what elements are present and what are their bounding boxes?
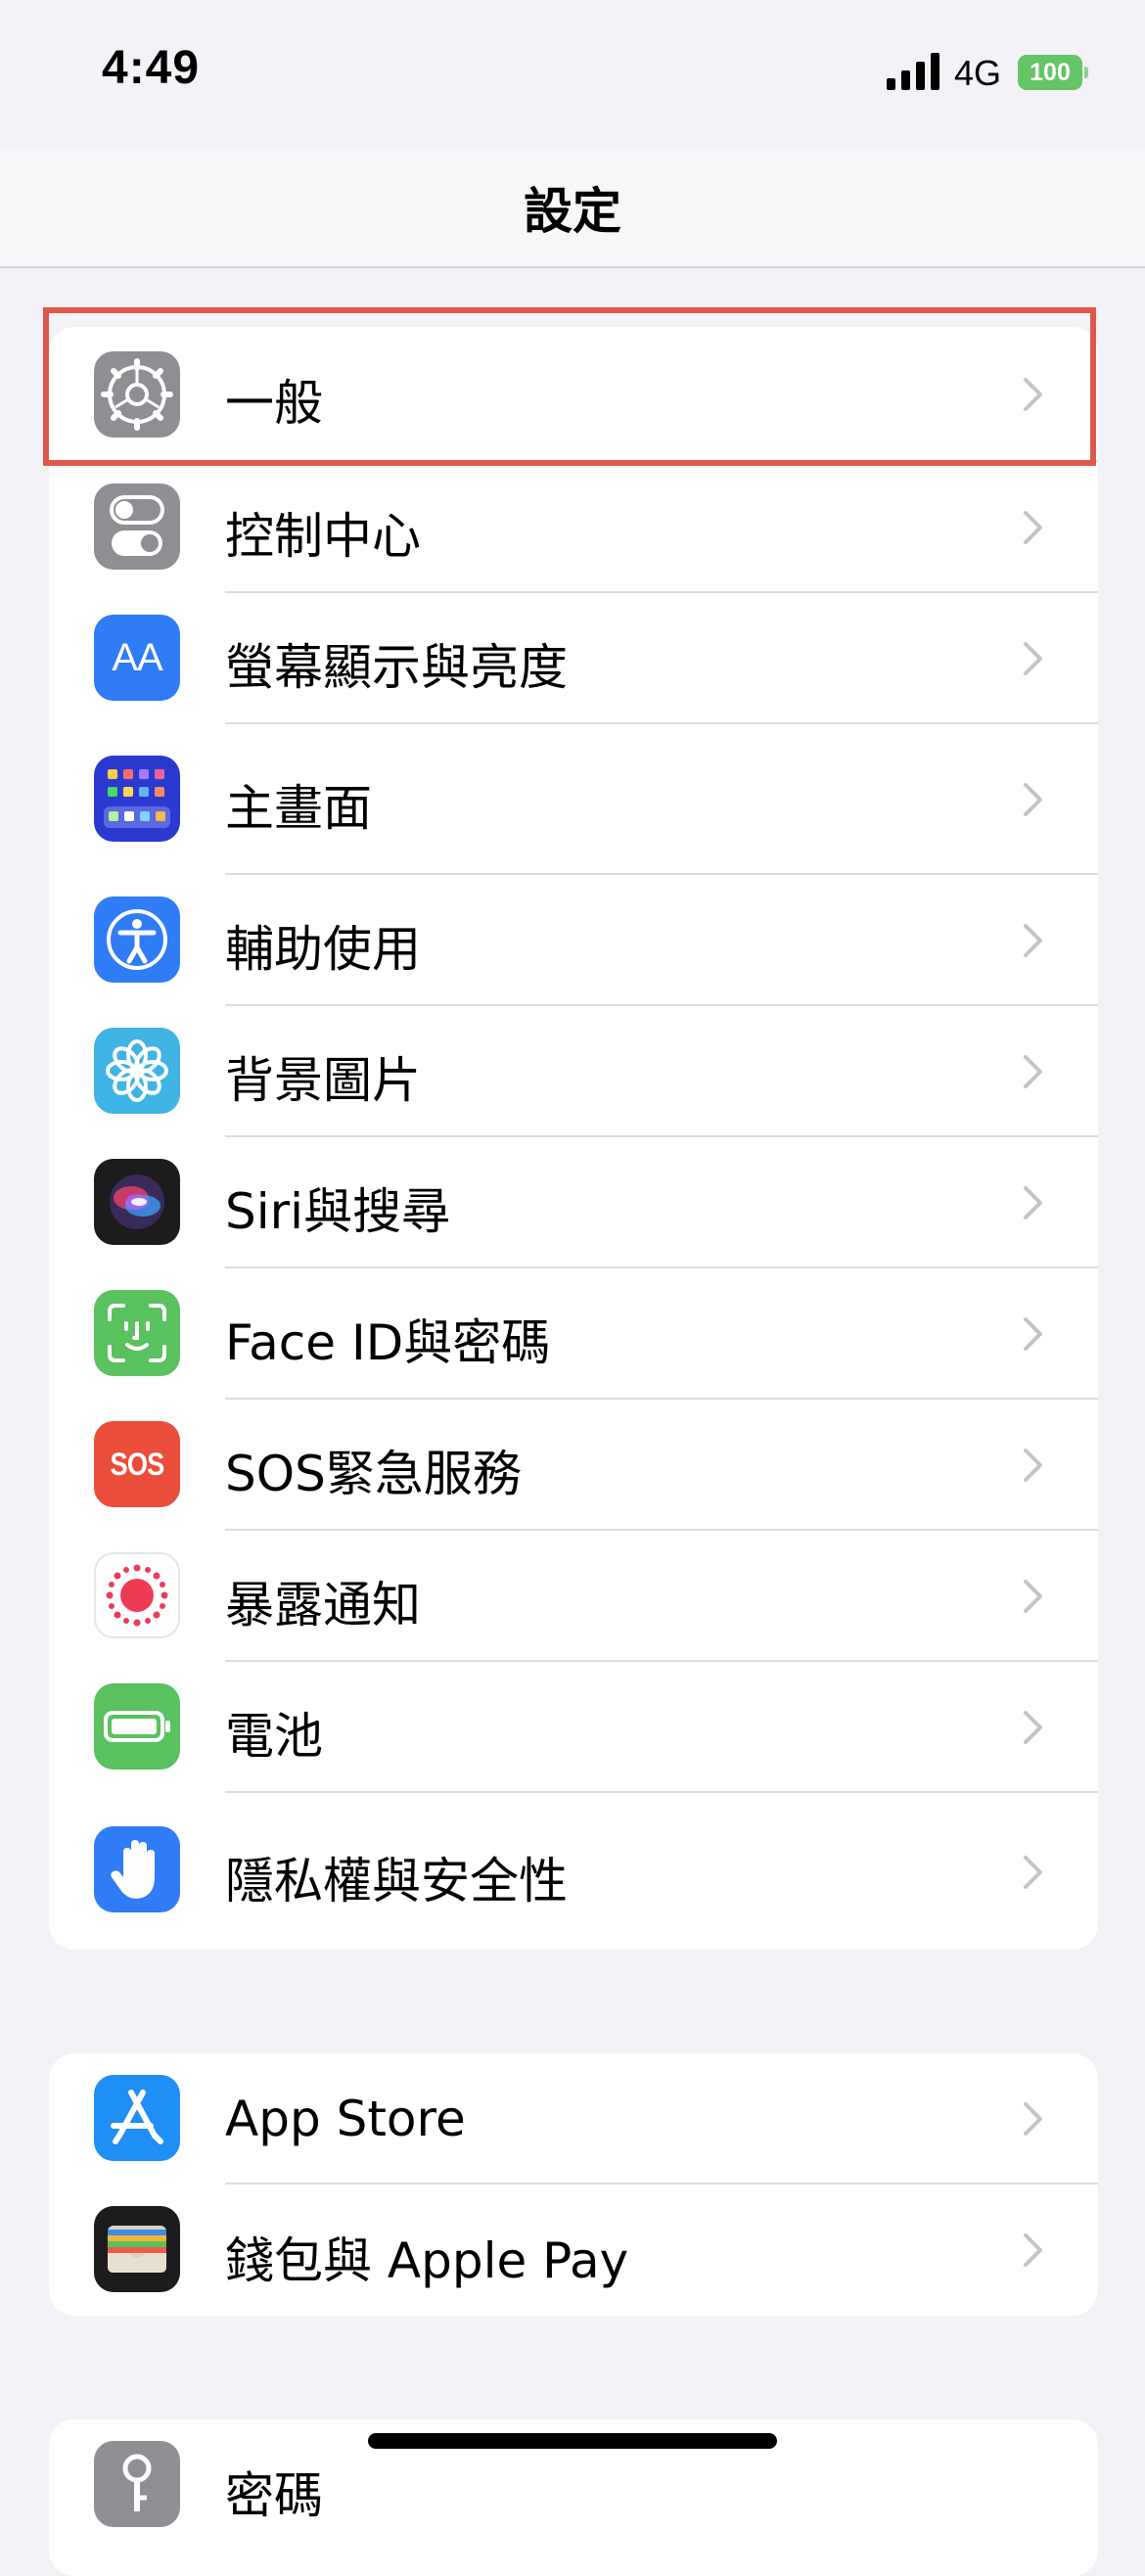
chevron-right-icon: [1024, 1317, 1042, 1351]
settings-item-label: Siri與搜尋: [225, 1183, 451, 1240]
settings-item-label: 錢包與 Apple Pay: [225, 2232, 629, 2289]
chevron-right-icon: [1024, 2233, 1042, 2267]
wallpaper-flower-icon: [94, 1028, 180, 1114]
chevron-right-icon: [1024, 1449, 1042, 1482]
cellular-signal-icon: [887, 53, 939, 90]
settings-item-label: App Store: [225, 2091, 466, 2147]
settings-item-emergency-sos[interactable]: SOS SOS緊急服務: [49, 1400, 1098, 1531]
exposure-icon: [94, 1552, 180, 1638]
network-type: 4G: [954, 53, 1002, 93]
status-time: 4:49: [102, 42, 201, 94]
chevron-right-icon: [1024, 1856, 1042, 1889]
settings-item-accessibility[interactable]: 輔助使用: [49, 875, 1098, 1006]
settings-item-label: 輔助使用: [225, 921, 421, 978]
chevron-right-icon: [1024, 783, 1042, 816]
settings-item-label: 電池: [225, 1708, 323, 1765]
home-indicator: [368, 2433, 777, 2449]
chevron-right-icon: [1024, 1186, 1042, 1219]
settings-item-label: 主畫面: [225, 780, 372, 837]
settings-item-label: 暴露通知: [225, 1577, 421, 1633]
home-screen-icon: [94, 756, 180, 842]
app-store-icon: [94, 2075, 180, 2161]
settings-item-label: 隱私權與安全性: [225, 1853, 568, 1909]
settings-item-app-store[interactable]: App Store: [49, 2053, 1098, 2185]
settings-item-control-center[interactable]: 控制中心: [49, 462, 1098, 593]
settings-item-label: 控制中心: [225, 508, 421, 565]
settings-item-siri-search[interactable]: Siri與搜尋: [49, 1137, 1098, 1268]
settings-item-label: 背景圖片: [225, 1052, 421, 1109]
settings-item-label: 密碼: [225, 2467, 323, 2524]
settings-item-label: Face ID與密碼: [225, 1314, 551, 1371]
settings-item-display-brightness[interactable]: AA 螢幕顯示與亮度: [49, 593, 1098, 724]
wallet-icon: [94, 2206, 180, 2292]
settings-item-exposure-notifications[interactable]: 暴露通知: [49, 1531, 1098, 1662]
settings-item-home-screen[interactable]: 主畫面: [49, 724, 1098, 875]
text-size-icon-text: AA: [112, 636, 162, 679]
chevron-right-icon: [1024, 1711, 1042, 1744]
highlight-box: [43, 307, 1096, 466]
settings-group-main: 一般 控制中心 AA 螢幕顯示與亮度 主畫面 輔助使用 背景圖片 Siri與搜尋…: [49, 327, 1098, 1950]
battery-tip: [1084, 67, 1088, 78]
battery-icon: 100: [1018, 55, 1088, 90]
battery-icon: [94, 1683, 180, 1770]
text-size-icon: AA: [94, 615, 180, 701]
chevron-right-icon: [1024, 511, 1042, 544]
chevron-right-icon: [1024, 924, 1042, 957]
siri-icon: [94, 1159, 180, 1245]
sos-icon-text: SOS: [110, 1447, 165, 1482]
settings-item-label: SOS緊急服務: [225, 1446, 522, 1502]
settings-item-wallpaper[interactable]: 背景圖片: [49, 1006, 1098, 1137]
page-title: 設定: [524, 183, 621, 240]
accessibility-icon: [94, 897, 180, 983]
sos-icon: SOS: [94, 1421, 180, 1507]
nav-bar: 設定: [0, 147, 1145, 268]
chevron-right-icon: [1024, 2102, 1042, 2136]
chevron-right-icon: [1024, 1055, 1042, 1088]
key-icon: [94, 2441, 180, 2527]
chevron-right-icon: [1024, 642, 1042, 675]
settings-item-label: 螢幕顯示與亮度: [225, 639, 568, 696]
battery-level: 100: [1018, 55, 1082, 90]
face-id-icon: [94, 1290, 180, 1376]
settings-item-battery[interactable]: 電池: [49, 1662, 1098, 1793]
settings-item-privacy-security[interactable]: 隱私權與安全性: [49, 1793, 1098, 1950]
settings-item-face-id-passcode[interactable]: Face ID與密碼: [49, 1268, 1098, 1400]
settings-item-wallet-apple-pay[interactable]: 錢包與 Apple Pay: [49, 2185, 1098, 2316]
settings-group-store: App Store 錢包與 Apple Pay: [49, 2053, 1098, 2316]
chevron-right-icon: [1024, 1580, 1042, 1613]
hand-icon: [94, 1826, 180, 1912]
status-bar: 4:49 4G 100: [0, 0, 1145, 147]
toggles-icon: [94, 483, 180, 570]
